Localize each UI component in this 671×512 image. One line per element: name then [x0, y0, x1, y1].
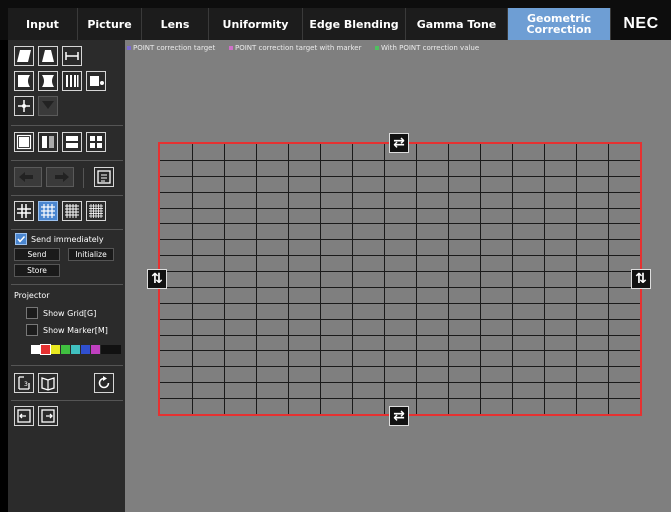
send-immediately-label: Send immediately	[31, 235, 104, 244]
horizontal-stretch-icon[interactable]	[62, 46, 82, 66]
tab-lens[interactable]: Lens	[142, 8, 209, 40]
legend-marker	[375, 46, 379, 50]
notes-icon[interactable]	[94, 167, 114, 187]
tab-picture[interactable]: Picture	[78, 8, 142, 40]
separator	[11, 125, 123, 126]
legend-label: With POINT correction value	[381, 44, 480, 52]
color-swatch[interactable]	[71, 345, 80, 354]
legend-item: POINT correction target with marker	[229, 44, 362, 52]
legend-label: POINT correction target	[133, 44, 216, 52]
warp-icon[interactable]	[38, 96, 58, 116]
show-grid-label: Show Grid[G]	[43, 309, 97, 318]
grid-finest-icon[interactable]	[86, 201, 106, 221]
color-swatch[interactable]	[61, 345, 70, 354]
tab-geometric-correction[interactable]: Geometric Correction	[508, 8, 611, 40]
sidebar: Send immediately Send Initialize Store P…	[8, 40, 125, 512]
grid-medium-icon[interactable]	[38, 201, 58, 221]
tab-uniformity[interactable]: Uniformity	[209, 8, 303, 40]
import-icon[interactable]	[14, 406, 34, 426]
redo-icon[interactable]	[46, 167, 74, 187]
pincushion-icon[interactable]	[14, 71, 34, 91]
send-immediately-checkbox[interactable]	[15, 233, 27, 245]
show-marker-checkbox[interactable]	[26, 324, 38, 336]
tab-edge-blending[interactable]: Edge Blending	[303, 8, 406, 40]
store-button[interactable]: Store	[14, 264, 60, 277]
color-swatch[interactable]	[40, 344, 51, 355]
main-canvas: POINT correction target POINT correction…	[125, 40, 671, 512]
color-swatch[interactable]	[91, 345, 100, 354]
vertical-bars-icon[interactable]	[62, 71, 82, 91]
legend-label: POINT correction target with marker	[235, 44, 362, 52]
tab-input[interactable]: Input	[8, 8, 78, 40]
grid-lines	[160, 144, 640, 414]
grid-sparse-icon[interactable]	[14, 201, 34, 221]
tab-gamma-tone[interactable]: Gamma Tone	[406, 8, 508, 40]
color-swatch[interactable]	[31, 345, 40, 354]
tab-bar: Input Picture Lens Uniformity Edge Blend…	[0, 0, 671, 40]
separator	[11, 365, 123, 366]
legend-item: With POINT correction value	[375, 44, 479, 52]
layout-vertical-split-icon[interactable]	[38, 132, 58, 152]
brand-logo: NEC	[611, 8, 671, 40]
svg-text:3: 3	[24, 381, 28, 388]
swap-horizontal-icon-bottom[interactable]: ⇄	[389, 406, 409, 426]
point-correction-icon[interactable]	[14, 96, 34, 116]
book-icon[interactable]	[38, 373, 58, 393]
trapezoid-icon[interactable]	[38, 46, 58, 66]
grid-dense-icon[interactable]	[62, 201, 82, 221]
show-grid-checkbox[interactable]	[26, 307, 38, 319]
legend-marker	[127, 46, 131, 50]
swap-vertical-icon-right[interactable]: ⇅	[631, 269, 651, 289]
projector-heading: Projector	[14, 291, 50, 300]
color-swatch[interactable]	[51, 345, 60, 354]
separator	[11, 400, 123, 401]
swap-vertical-icon-left[interactable]: ⇅	[147, 269, 167, 289]
separator	[11, 284, 123, 285]
separator	[83, 168, 84, 188]
export-icon[interactable]	[38, 406, 58, 426]
layout-quad-icon[interactable]	[86, 132, 106, 152]
legend-marker	[229, 46, 233, 50]
reset-icon[interactable]	[94, 373, 114, 393]
initialize-button[interactable]: Initialize	[68, 248, 114, 261]
barrel-icon[interactable]	[38, 71, 58, 91]
send-button[interactable]: Send	[14, 248, 60, 261]
swap-horizontal-icon-top[interactable]: ⇄	[389, 133, 409, 153]
color-swatch[interactable]	[101, 345, 121, 354]
separator	[11, 160, 123, 161]
color-swatch[interactable]	[81, 345, 90, 354]
correction-grid[interactable]	[158, 142, 642, 416]
undo-icon[interactable]	[14, 167, 42, 187]
legend-item: POINT correction target	[127, 44, 215, 52]
corner-point-icon[interactable]	[86, 71, 106, 91]
layout-single-icon[interactable]	[14, 132, 34, 152]
point-number-icon[interactable]: 3	[14, 373, 34, 393]
keystone-icon[interactable]	[14, 46, 34, 66]
show-marker-label: Show Marker[M]	[43, 326, 108, 335]
separator	[11, 229, 123, 230]
layout-horizontal-split-icon[interactable]	[62, 132, 82, 152]
separator	[11, 195, 123, 196]
